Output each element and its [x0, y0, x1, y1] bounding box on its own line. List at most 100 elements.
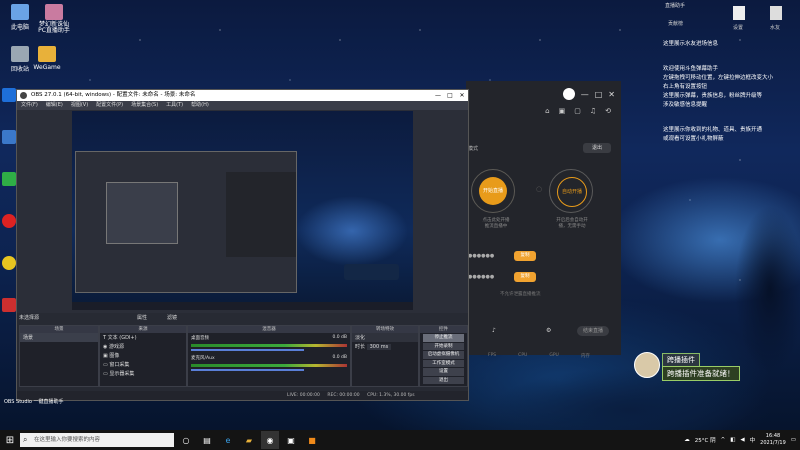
tab-fans[interactable]: 水友: [770, 24, 780, 31]
minimize-icon[interactable]: —: [432, 90, 444, 101]
edge-icon[interactable]: [2, 88, 16, 102]
track-name: 麦克风/Aux: [191, 356, 215, 361]
menu-file[interactable]: 文件(F): [17, 101, 42, 110]
menu-edit[interactable]: 编辑(E): [42, 101, 67, 110]
obs-taskbar-icon[interactable]: ◉: [261, 431, 279, 449]
streaming-assistant-window: — □ ✕ ⌂ ▣ ▢ ♫ ⟲ 退出 模式 开始直播 自动开播 ○ 点击此处开播…: [466, 81, 621, 359]
copy-server-button[interactable]: 复制: [514, 251, 536, 261]
auto-stream-button[interactable]: 自动开播: [557, 177, 587, 207]
cpu-status: CPU: 1.3%, 30.00 fps: [367, 393, 415, 398]
share-icon[interactable]: ⟲: [605, 107, 611, 115]
exit-button[interactable]: 退出: [583, 143, 611, 153]
shop-icon[interactable]: ▣: [559, 107, 566, 115]
close-icon[interactable]: ✕: [456, 90, 468, 101]
wegame-icon: [38, 46, 56, 62]
nested-preview: [106, 182, 178, 244]
plugin-message: 跨播插件准备就绪！: [662, 366, 740, 381]
app-icon[interactable]: [2, 298, 16, 312]
properties-button[interactable]: 属性: [137, 314, 147, 321]
assistant-notes: 这里展示水友进场信息 欢迎使用斗鱼弹幕助手 左键拖拽可移动位置，左键拉伸边框改变…: [663, 40, 798, 149]
weather-icon: ☁: [684, 437, 690, 443]
desktop-icon-obs-label[interactable]: OBS Studio 一键直播助手: [4, 398, 64, 405]
filters-button[interactable]: 滤镜: [167, 314, 177, 321]
clock-time: 16:48: [765, 433, 781, 439]
minimize-icon[interactable]: —: [581, 90, 589, 99]
box-icon[interactable]: ▢: [574, 107, 581, 115]
note-gifts: 这里展示你收到的礼物、道具、贵族开通 或观看可设置小礼物屏蔽: [663, 127, 763, 142]
menu-scene-collection[interactable]: 场景集合(S): [127, 101, 162, 110]
plugin-name: 跨播插件: [662, 353, 700, 367]
transitions-header: 转场特效: [352, 326, 418, 333]
obs-logo-icon: [20, 92, 27, 99]
settings-icon[interactable]: ⚙: [546, 327, 551, 334]
source-item[interactable]: ▭ 窗口采集: [100, 360, 186, 369]
settings-button[interactable]: 设置: [423, 368, 464, 376]
start-button[interactable]: ⊞: [0, 430, 20, 450]
source-item[interactable]: ◉ 游戏源: [100, 342, 186, 351]
scenes-header: 场景: [20, 326, 98, 333]
perf-stats: FPS CPU GPU 内存: [488, 353, 590, 359]
menu-profile[interactable]: 配置文件(P): [92, 101, 127, 110]
volume-slider[interactable]: [191, 349, 305, 351]
app-icon[interactable]: [2, 214, 16, 228]
explorer-taskbar-icon[interactable]: ▰: [240, 431, 258, 449]
notification-icon[interactable]: ▭: [791, 437, 796, 443]
bell-icon[interactable]: ♫: [590, 107, 596, 115]
stat-gpu: GPU: [549, 353, 559, 358]
clock[interactable]: 16:48 2021/7/19: [760, 433, 786, 447]
preview-plugin-badge: [344, 264, 399, 280]
taskbar-search[interactable]: 在这里输入你要搜索的内容: [20, 433, 174, 447]
maximize-icon[interactable]: □: [444, 90, 456, 101]
windows-taskbar: ⊞ 在这里输入你要搜索的内容 ○ ▤ e ▰ ◉ ▣ ■ ☁ 25°C 阴 ^ …: [0, 430, 800, 450]
desktop-icon-label: 梦幻新诛仙 PC直播助手: [38, 21, 70, 34]
copy-key-button[interactable]: 复制: [514, 272, 536, 282]
weather-text[interactable]: 25°C 阴: [695, 436, 716, 444]
chevron-up-icon[interactable]: ^: [721, 437, 726, 443]
edge-taskbar-icon[interactable]: e: [219, 431, 237, 449]
desktop-icon-wegame[interactable]: WeGame: [27, 46, 67, 71]
virtual-camera-button[interactable]: 启动虚拟摄像机: [423, 351, 464, 359]
qq-icon[interactable]: [2, 256, 16, 270]
network-icon[interactable]: ◧: [730, 437, 735, 443]
menu-tools[interactable]: 工具(T): [162, 101, 187, 110]
mic-icon[interactable]: ♪: [492, 327, 496, 334]
obs-preview-canvas[interactable]: [72, 111, 413, 310]
maximize-icon[interactable]: □: [595, 90, 603, 99]
exit-button[interactable]: 退出: [423, 376, 464, 384]
user-avatar[interactable]: [562, 88, 575, 100]
desktop-icon-mhxzx[interactable]: 梦幻新诛仙 PC直播助手: [34, 4, 74, 34]
wechat-icon[interactable]: [2, 172, 16, 186]
obs-title: OBS 27.0.1 (64-bit, windows) - 配置文件: 未命名…: [31, 92, 196, 98]
source-item[interactable]: T 文本 (GDI+): [100, 333, 186, 342]
display-capture-icon: ▭: [103, 371, 108, 377]
gift-icon[interactable]: ⌂: [545, 107, 549, 115]
scene-item[interactable]: 场景: [20, 333, 98, 342]
tab-contribution[interactable]: 贡献榜: [668, 20, 683, 27]
obs-titlebar[interactable]: OBS 27.0.1 (64-bit, windows) - 配置文件: 未命名…: [17, 90, 468, 101]
steam-icon[interactable]: [2, 130, 16, 144]
close-icon[interactable]: ✕: [608, 90, 615, 99]
note-entry: 这里展示水友进场信息: [663, 41, 719, 47]
end-stream-button[interactable]: 结束直播: [577, 326, 609, 336]
transitions-dock: 转场特效 淡化 时长 300 ms: [351, 325, 419, 387]
menu-help[interactable]: 帮助(H): [187, 101, 213, 110]
stop-streaming-button[interactable]: 停止推流: [423, 334, 464, 342]
transition-select[interactable]: 淡化: [352, 333, 418, 342]
volume-slider[interactable]: [191, 369, 305, 371]
source-item[interactable]: ▭ 显示器采集: [100, 369, 186, 378]
menu-view[interactable]: 视图(V): [67, 101, 92, 110]
studio-mode-button[interactable]: 工作室模式: [423, 359, 464, 367]
tab-settings[interactable]: 设置: [733, 24, 743, 31]
source-name: 图像: [109, 353, 120, 359]
task-view-icon[interactable]: ○: [177, 431, 195, 449]
source-item[interactable]: ▣ 图像: [100, 351, 186, 360]
start-recording-button[interactable]: 开始录制: [423, 342, 464, 350]
app-taskbar-icon[interactable]: ▣: [282, 431, 300, 449]
douyu-taskbar-icon[interactable]: ■: [303, 431, 321, 449]
volume-icon[interactable]: ◀: [740, 437, 744, 443]
multitask-icon[interactable]: ▤: [198, 431, 216, 449]
start-stream-button[interactable]: 开始直播: [479, 177, 507, 205]
duration-input[interactable]: 300 ms: [366, 344, 392, 350]
duration-row: 时长 300 ms: [352, 342, 418, 351]
ime-icon[interactable]: 中: [750, 436, 756, 444]
